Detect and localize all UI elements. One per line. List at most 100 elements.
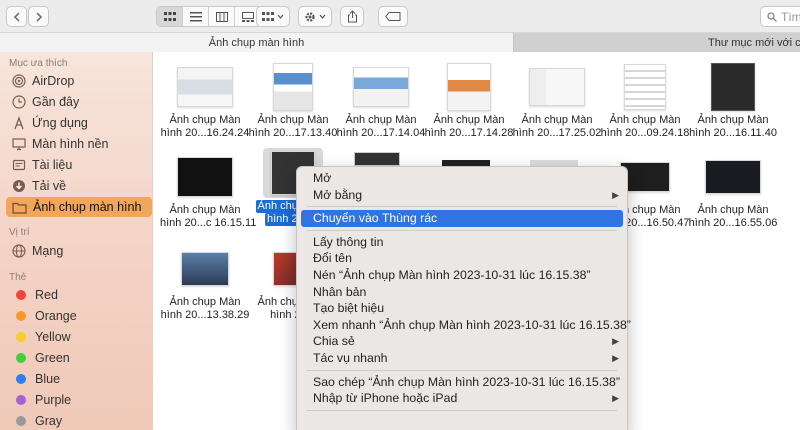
search-placeholder: Tìm — [781, 9, 800, 24]
menu-item-label: Đổi tên — [313, 251, 352, 266]
file-name-line2: hình 20...17.13.40 — [248, 127, 338, 139]
sidebar-item-airdrop[interactable]: AirDrop — [6, 71, 152, 91]
tab-screenshots[interactable]: Ảnh chụp màn hình — [0, 33, 514, 52]
menu-item-get-info[interactable]: Lấy thông tin — [297, 234, 627, 251]
file-name-line1: Ảnh chụp Màn — [169, 296, 241, 308]
menu-item-share[interactable]: Chia sẻ ▶ — [297, 333, 627, 350]
sidebar-item-documents[interactable]: Tài liệu — [6, 155, 152, 175]
share-icon — [347, 10, 357, 23]
list-view-button[interactable] — [183, 7, 209, 26]
tab-label: Ảnh chụp màn hình — [208, 36, 305, 49]
menu-item-move-to-trash[interactable]: Chuyển vào Thùng rác — [301, 210, 623, 227]
menu-item-duplicate[interactable]: Nhân bản — [297, 284, 627, 301]
back-button[interactable] — [6, 6, 27, 27]
file-thumbnail — [527, 62, 587, 112]
purple-tag-dot-icon — [16, 395, 26, 405]
network-icon — [12, 244, 26, 258]
sidebar-item-label: Ảnh chụp màn hình — [33, 200, 142, 214]
search-icon — [767, 11, 777, 22]
file-name-line2: hình 20...17.14.28 — [424, 127, 514, 139]
sidebar-item-label: Green — [35, 351, 70, 365]
menu-item-copy[interactable]: Sao chép “Ảnh chụp Màn hình 2023-10-31 l… — [297, 374, 627, 391]
menu-item-make-alias[interactable]: Tạo biệt hiệu — [297, 300, 627, 317]
chevron-down-icon — [277, 14, 284, 19]
document-icon — [12, 159, 26, 171]
gray-tag-dot-icon — [16, 416, 26, 426]
sidebar-tag-orange[interactable]: Orange — [6, 306, 152, 326]
sidebar-tag-purple[interactable]: Purple — [6, 390, 152, 410]
tab-label: Thư mục mới với các m — [708, 36, 800, 49]
list-icon — [189, 11, 202, 21]
sidebar-item-label: Orange — [35, 309, 77, 323]
search-field[interactable]: Tìm — [760, 6, 800, 27]
view-mode-control — [156, 6, 262, 27]
red-tag-dot-icon — [16, 290, 26, 300]
file-thumbnail — [615, 62, 675, 112]
columns-icon — [215, 11, 228, 22]
sidebar-item-label: Ứng dụng — [32, 116, 88, 130]
group-button[interactable] — [256, 6, 290, 27]
file-name-line2: hình 20...09.24.18 — [600, 127, 690, 139]
forward-button[interactable] — [28, 6, 49, 27]
tab-new-folder[interactable]: Thư mục mới với các m — [514, 33, 800, 52]
green-tag-dot-icon — [16, 353, 26, 363]
sidebar-tag-gray[interactable]: Gray — [6, 411, 152, 430]
menu-item-open-with[interactable]: Mở bằng ▶ — [297, 187, 627, 204]
menu-separator — [307, 206, 617, 208]
menu-item-import-from-iphone[interactable]: Nhập từ iPhone hoặc iPad ▶ — [297, 390, 627, 407]
sidebar-tag-red[interactable]: Red — [6, 285, 152, 305]
sidebar-item-label: Màn hình nền — [32, 137, 109, 151]
menu-item-label: Nhập từ iPhone hoặc iPad — [313, 391, 458, 406]
menu-item-quick-look[interactable]: Xem nhanh “Ảnh chụp Màn hình 2023-10-31 … — [297, 317, 631, 334]
menu-item-rename[interactable]: Đổi tên — [297, 250, 627, 267]
menu-item-label: Sao chép “Ảnh chụp Màn hình 2023-10-31 l… — [313, 374, 620, 389]
group-grid-icon — [262, 11, 274, 21]
file-name-line2: hình 20...16.11.40 — [689, 127, 777, 139]
file-name-line2: hình 20...17.14.04 — [336, 127, 426, 139]
share-button[interactable] — [340, 6, 364, 27]
sidebar-tag-green[interactable]: Green — [6, 348, 152, 368]
file-name-line1: Ảnh chụp Màn — [169, 204, 241, 216]
file-name-line2: hình 20...13.38.29 — [160, 309, 250, 321]
context-menu: Mở Mở bằng ▶ Chuyển vào Thùng rác Lấy thô… — [296, 166, 631, 430]
sidebar-tag-blue[interactable]: Blue — [6, 369, 152, 389]
download-icon — [13, 180, 25, 192]
sidebar-item-desktop[interactable]: Màn hình nền — [6, 134, 152, 154]
yellow-tag-dot-icon — [16, 332, 26, 342]
grid-icon — [163, 11, 176, 21]
blue-tag-dot-icon — [16, 374, 26, 384]
menu-item-quick-actions[interactable]: Tác vụ nhanh ▶ — [297, 350, 627, 367]
menu-item-label: Tác vụ nhanh — [313, 350, 388, 365]
column-view-button[interactable] — [209, 7, 235, 26]
desktop-icon — [12, 138, 26, 151]
airdrop-icon — [12, 74, 26, 88]
sidebar-item-label: Blue — [35, 372, 61, 386]
sidebar-item-label: Tài liệu — [32, 158, 73, 172]
menu-item-compress[interactable]: Nén “Ảnh chụp Màn hình 2023-10-31 lúc 16… — [297, 267, 627, 284]
tags-section-title: Thẻ — [9, 272, 27, 283]
file-thumbnail — [175, 152, 235, 202]
menu-item-label: Lấy thông tin — [313, 234, 384, 249]
file-name-line1: Ảnh chụp Màn — [169, 114, 241, 126]
sidebar-item-network[interactable]: Mạng — [6, 241, 152, 261]
file-name-line2: hình 20...c 16.15.11 — [160, 217, 257, 229]
file-name-line1: Ảnh chụp Màn — [345, 114, 417, 126]
action-button[interactable] — [298, 6, 332, 27]
menu-item-label: Chia sẻ — [313, 334, 355, 349]
sidebar-item-label: Yellow — [35, 330, 71, 344]
sidebar-item-label: AirDrop — [32, 74, 75, 88]
file-name-line1: Ảnh chụp Màn — [697, 114, 769, 126]
file-name-line2: hình 20...16.55.06 — [688, 217, 778, 229]
sidebar-item-recents[interactable]: Gần đây — [6, 92, 152, 112]
sidebar-item-screenshots[interactable]: Ảnh chụp màn hình — [6, 197, 152, 217]
sidebar-tag-yellow[interactable]: Yellow — [6, 327, 152, 347]
submenu-arrow-icon: ▶ — [612, 352, 619, 363]
icon-view-button[interactable] — [157, 7, 183, 26]
sidebar: Mục ưa thích AirDrop Gần đây Ứng dụng Mà… — [0, 52, 153, 430]
sidebar-item-applications[interactable]: Ứng dụng — [6, 113, 152, 133]
menu-item-open[interactable]: Mở — [297, 170, 627, 187]
apps-icon — [14, 116, 24, 130]
sidebar-item-downloads[interactable]: Tải về — [6, 176, 152, 196]
file-name-line1: Ảnh chụp Màn — [433, 114, 505, 126]
tag-button[interactable] — [378, 6, 408, 27]
